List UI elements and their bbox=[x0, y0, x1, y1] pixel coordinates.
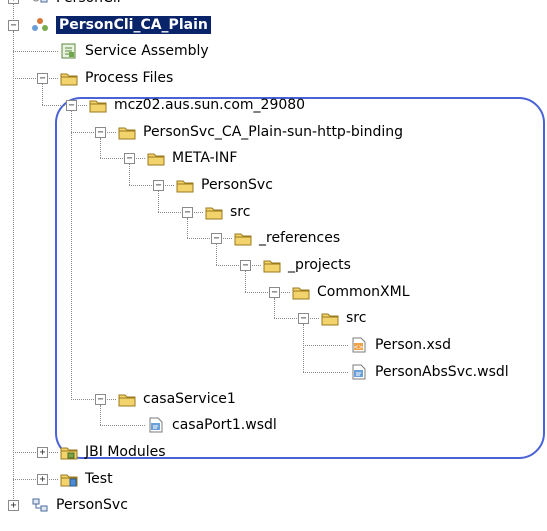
tree-node-projects[interactable]: − _projects bbox=[0, 255, 547, 275]
tree-node-label: Process Files bbox=[85, 70, 174, 87]
folder-icon bbox=[147, 150, 165, 166]
tree-node-casaport1-wsdl[interactable]: casaPort1.wsdl bbox=[0, 415, 547, 435]
tree-node-personcli-ca-plain[interactable]: − PersonCli_CA_Plain bbox=[0, 15, 547, 35]
wsdl-file-icon bbox=[350, 364, 368, 380]
collapse-toggle-icon[interactable]: − bbox=[240, 260, 251, 271]
tree-node-personcli[interactable]: + PersonCli bbox=[0, 0, 547, 8]
xsd-file-icon: <> bbox=[350, 337, 368, 353]
collapse-toggle-icon[interactable]: − bbox=[8, 19, 19, 31]
collapse-toggle-icon[interactable]: − bbox=[66, 99, 77, 111]
tree-node-label: CommonXML bbox=[317, 283, 410, 300]
tree-node-label: JBI Modules bbox=[85, 443, 166, 460]
tree-node-label: PersonSvc bbox=[201, 176, 273, 193]
folder-icon bbox=[89, 97, 107, 113]
tree-node-casaservice1[interactable]: − casaService1 bbox=[0, 389, 547, 409]
folder-icon bbox=[321, 310, 339, 326]
folder-icon bbox=[292, 284, 310, 300]
tree-node-mcz02-aus-sun-com-29080[interactable]: − mcz02.aus.sun.com_29080 bbox=[0, 95, 547, 115]
composite-app-icon bbox=[31, 17, 49, 33]
tree-node-label: _references bbox=[259, 230, 341, 247]
tree-node-person-xsd[interactable]: <> Person.xsd bbox=[0, 335, 547, 355]
tree-node-label: casaPort1.wsdl bbox=[172, 417, 277, 434]
tree-node-personabssvc-wsdl[interactable]: PersonAbsSvc.wsdl bbox=[0, 362, 547, 382]
svg-text:<>: <> bbox=[353, 344, 363, 351]
expand-toggle-icon[interactable]: + bbox=[37, 446, 48, 458]
collapse-toggle-icon[interactable]: − bbox=[95, 393, 106, 405]
collapse-toggle-icon[interactable]: − bbox=[269, 286, 280, 298]
collapse-toggle-icon[interactable]: − bbox=[95, 126, 106, 138]
project-client-icon bbox=[31, 0, 49, 6]
tree-node-src[interactable]: − src bbox=[0, 202, 547, 222]
tree-node-references[interactable]: − _references bbox=[0, 228, 547, 248]
tree-node-label: PersonCli bbox=[56, 0, 121, 7]
tree-node-personsvc-ca-plain-sun-http-binding[interactable]: − PersonSvc_CA_Plain-sun-http-binding bbox=[0, 122, 547, 142]
tree-node-label: PersonSvc bbox=[56, 497, 128, 514]
tree-node-jbi-modules[interactable]: + JBI Modules bbox=[0, 442, 547, 462]
tree-node-service-assembly[interactable]: Service Assembly bbox=[0, 41, 547, 61]
project-service-icon bbox=[31, 497, 49, 513]
folder-icon bbox=[118, 124, 136, 140]
collapse-toggle-icon[interactable]: − bbox=[182, 206, 193, 218]
folder-icon bbox=[176, 177, 194, 193]
folder-icon bbox=[60, 70, 78, 86]
folder-icon bbox=[263, 257, 281, 273]
tree-node-personsvc[interactable]: + PersonSvc bbox=[0, 495, 547, 515]
tree-node-test[interactable]: + Test bbox=[0, 469, 547, 489]
expand-toggle-icon[interactable]: + bbox=[8, 0, 19, 4]
test-folder-icon bbox=[60, 471, 78, 487]
tree-node-meta-inf[interactable]: − META-INF bbox=[0, 148, 547, 168]
folder-icon bbox=[118, 391, 136, 407]
service-assembly-icon bbox=[60, 43, 78, 59]
tree-node-commonxml[interactable]: − CommonXML bbox=[0, 282, 547, 302]
tree-node-label: PersonSvc_CA_Plain-sun-http-binding bbox=[143, 123, 404, 140]
tree-node-label: src bbox=[346, 310, 367, 327]
tree-node-label: _projects bbox=[288, 257, 351, 273]
tree-node-label: META-INF bbox=[172, 150, 238, 167]
collapse-toggle-icon[interactable]: − bbox=[37, 73, 48, 85]
collapse-toggle-icon[interactable]: − bbox=[211, 233, 222, 245]
tree-node-label: Test bbox=[85, 470, 113, 487]
folder-icon bbox=[234, 230, 252, 246]
tree-node-label: src bbox=[230, 203, 251, 220]
tree-node-process-files[interactable]: − Process Files bbox=[0, 68, 547, 88]
tree-node-label: casaService1 bbox=[143, 390, 236, 407]
jbi-modules-icon bbox=[60, 444, 78, 460]
expand-toggle-icon[interactable]: + bbox=[37, 473, 48, 485]
tree-node-src[interactable]: − src bbox=[0, 308, 547, 328]
tree-node-label: Person.xsd bbox=[375, 337, 451, 354]
tree-node-personsvc[interactable]: − PersonSvc bbox=[0, 175, 547, 195]
collapse-toggle-icon[interactable]: − bbox=[298, 313, 309, 325]
tree-node-label: mcz02.aus.sun.com_29080 bbox=[114, 96, 306, 113]
folder-icon bbox=[205, 204, 223, 220]
tree-node-label: Service Assembly bbox=[85, 43, 209, 60]
collapse-toggle-icon[interactable]: − bbox=[153, 179, 164, 191]
tree-node-label: PersonCli_CA_Plain bbox=[56, 15, 211, 34]
expand-toggle-icon[interactable]: + bbox=[8, 500, 19, 512]
wsdl-file-icon bbox=[147, 417, 165, 433]
collapse-toggle-icon[interactable]: − bbox=[124, 153, 135, 165]
tree-node-label: PersonAbsSvc.wsdl bbox=[375, 363, 509, 380]
